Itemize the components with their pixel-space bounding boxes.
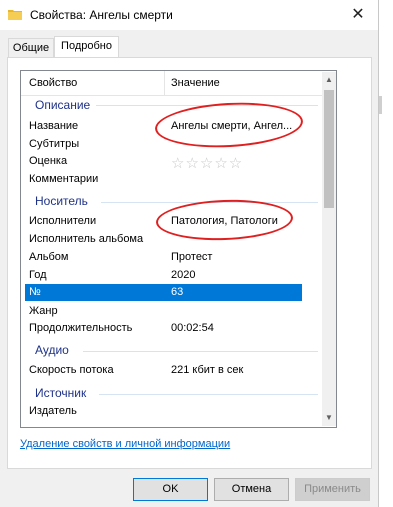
remove-properties-link[interactable]: Удаление свойств и личной информации [20,438,230,450]
row-album-value[interactable]: Протест [171,251,212,263]
row-album-name[interactable]: Альбом [29,251,68,263]
scroll-down-arrow-icon[interactable]: ▼ [324,412,334,424]
group-audio-label: Аудио [35,343,69,357]
row-bitrate-value[interactable]: 221 кбит в сек [171,364,243,376]
selected-row-highlight[interactable] [25,284,302,301]
row-album-artist-name[interactable]: Исполнитель альбома [29,233,143,245]
scrollbar-thumb[interactable] [324,90,334,208]
row-duration-value[interactable]: 00:02:54 [171,322,214,334]
close-button[interactable]: ✕ [346,4,370,26]
row-subtitle-name[interactable]: Субтитры [29,138,79,150]
row-track-number-value[interactable]: 63 [171,286,183,298]
scroll-up-arrow-icon[interactable]: ▲ [324,74,334,86]
group-divider [83,351,318,352]
column-property-header[interactable]: Свойство [29,77,77,89]
rating-stars[interactable]: ☆☆☆☆☆ [171,154,243,172]
apply-button[interactable]: Применить [295,478,370,501]
tab-general[interactable]: Общие [8,38,54,59]
group-origin-label: Источник [35,386,87,400]
row-rating-name[interactable]: Оценка [29,155,67,167]
row-year-value[interactable]: 2020 [171,269,195,281]
group-media-label: Носитель [35,194,88,208]
tab-details[interactable]: Подробно [54,36,119,58]
background-edge [379,96,382,114]
column-value-header[interactable]: Значение [171,77,220,89]
ok-button[interactable]: OK [133,478,208,501]
properties-window: Свойства: Ангелы смерти ✕ Общие Подробно… [0,0,379,507]
row-track-number-name[interactable]: № [29,286,41,298]
row-genre-name[interactable]: Жанр [29,305,58,317]
title-bar: Свойства: Ангелы смерти ✕ [0,0,378,30]
window-title: Свойства: Ангелы смерти [30,8,173,22]
row-year-name[interactable]: Год [29,269,47,281]
row-duration-name[interactable]: Продолжительность [29,322,132,334]
row-bitrate-name[interactable]: Скорость потока [29,364,114,376]
row-artists-name[interactable]: Исполнители [29,215,96,227]
list-header: Свойство Значение [21,71,336,96]
group-divider [99,394,318,395]
row-publisher-name[interactable]: Издатель [29,405,77,417]
row-comments-name[interactable]: Комментарии [29,173,98,185]
group-description-label: Описание [35,98,91,112]
vertical-scrollbar[interactable]: ▲ ▼ [322,72,336,426]
folder-icon [8,10,22,20]
background-area [379,0,393,507]
cancel-button[interactable]: Отмена [214,478,289,501]
row-title-name[interactable]: Название [29,120,78,132]
column-separator [164,71,165,95]
